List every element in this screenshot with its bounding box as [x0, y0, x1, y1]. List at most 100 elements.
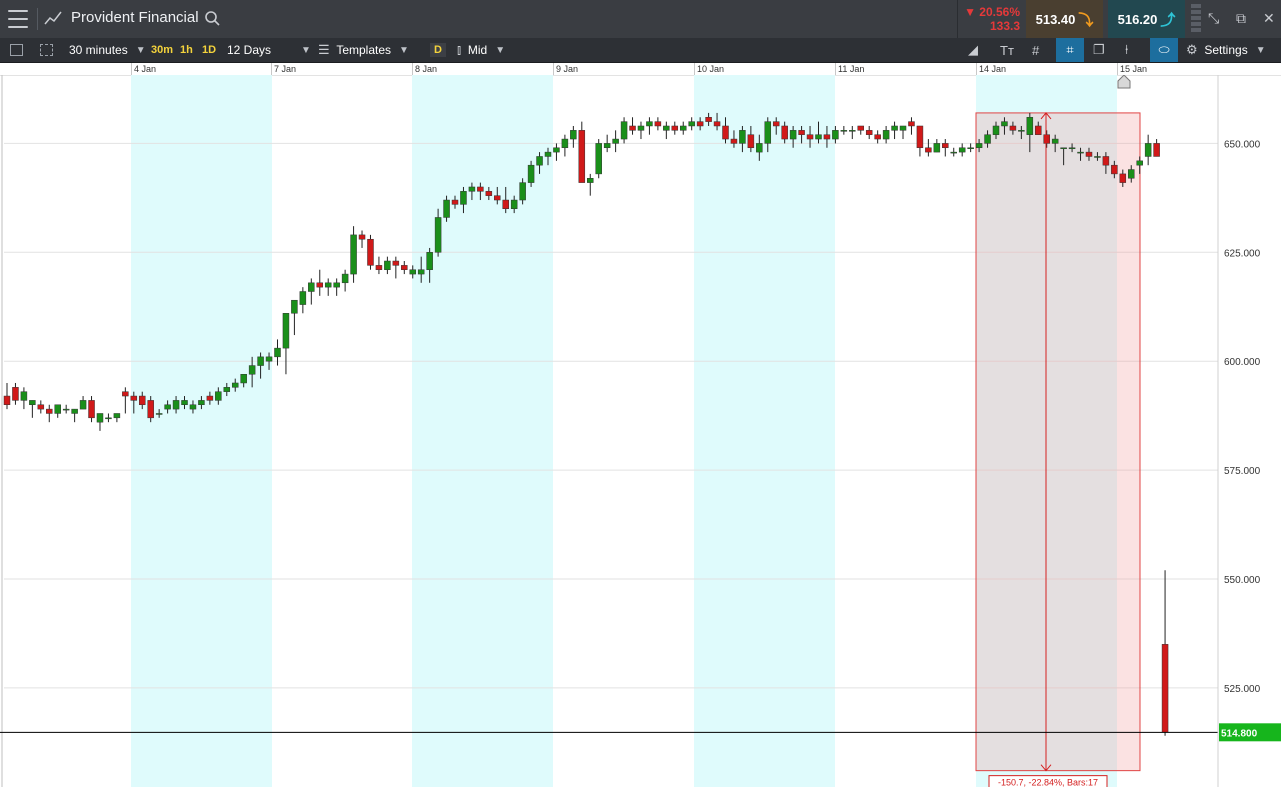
candle-body [341, 273, 349, 284]
candle-body [1077, 151, 1084, 154]
chevron-down-icon: ▼ [1255, 44, 1266, 56]
tag-icon[interactable]: ⬭ [1150, 38, 1178, 62]
candle-body [1001, 121, 1008, 127]
candle-body [308, 282, 315, 292]
draw-line-icon[interactable]: ◢ [968, 38, 978, 62]
chevron-down-icon: ▼ [399, 44, 409, 56]
price-type-label: Mid [467, 43, 488, 57]
candle-body [1009, 125, 1017, 131]
candle-body [71, 408, 78, 414]
candle-body [1144, 143, 1152, 157]
candle-body [823, 134, 831, 140]
candle-body [1153, 143, 1160, 157]
candle-body [1051, 138, 1059, 144]
templates-select[interactable]: ☰ Templates ▼ [318, 38, 409, 62]
down-triangle-icon: ▼ [964, 5, 976, 19]
instrument-title: Provident Financial [71, 9, 199, 26]
y-tick-label: 650.000 [1224, 139, 1261, 150]
candle-body [130, 395, 138, 401]
candle-body [257, 356, 264, 366]
candle-body [1111, 164, 1118, 175]
grid-icon[interactable]: # [1032, 38, 1039, 62]
candle-body [781, 125, 788, 140]
candle-body [1094, 156, 1101, 158]
candle-body [20, 391, 28, 401]
buy-arrow-icon: ⤴ [1160, 11, 1176, 29]
candle-body [713, 121, 721, 127]
candle-body [147, 400, 154, 419]
candle-body [1127, 169, 1135, 179]
candle-body [88, 400, 95, 419]
price-chart[interactable]: -150.7, -22.84%, Bars:17 514.800 650.000 6… [0, 75, 1281, 787]
candle-body [925, 147, 932, 153]
candle-body [358, 234, 366, 240]
date-tick [976, 63, 977, 75]
candle-body [629, 125, 636, 131]
interval-select[interactable]: 30 minutes ▼ [69, 38, 146, 62]
price-line-icon[interactable]: ⍿ [1125, 38, 1128, 62]
candle-body [637, 125, 645, 131]
crosshair-icon[interactable]: ⌗ [1056, 38, 1084, 62]
date-tick [553, 63, 554, 75]
sell-arrow-icon: ⤵ [1078, 11, 1094, 29]
current-price-label: 514.800 [1221, 728, 1258, 739]
day-shade [131, 75, 272, 787]
candle-body [882, 130, 890, 140]
candle-body [806, 134, 814, 140]
candle-body [544, 151, 552, 157]
candle-body [992, 125, 1000, 135]
candle-body [206, 395, 214, 401]
candle-body [1102, 156, 1110, 166]
collapse-icon[interactable]: ⤡ [1208, 10, 1219, 27]
candle-body [282, 313, 290, 349]
candle-body [865, 130, 873, 135]
candle-body [654, 121, 662, 127]
buy-price-button[interactable]: 516.20 ⤴ [1108, 0, 1185, 38]
duplicate-icon[interactable]: ❐ [1093, 38, 1105, 62]
quick-30m[interactable]: 30m [151, 38, 173, 62]
list-icon[interactable] [10, 38, 23, 62]
settings-button[interactable]: ⚙ Settings ▼ [1186, 38, 1266, 62]
date-label: 15 Jan [1120, 64, 1148, 74]
search-icon[interactable] [204, 10, 221, 32]
change-percent-value: 20.56% [979, 5, 1020, 19]
candle-body [832, 130, 839, 140]
candle-body [933, 143, 941, 153]
candle-body [874, 134, 881, 140]
range-select[interactable]: 12 Days ▼ [227, 38, 311, 62]
quick-1d[interactable]: 1D [202, 38, 216, 62]
candle-body [975, 143, 983, 149]
close-icon[interactable]: ✕ [1263, 10, 1275, 27]
candle-body [37, 404, 45, 410]
chevron-down-icon: ▼ [495, 44, 506, 56]
candle-body [477, 186, 484, 192]
popout-icon[interactable]: ⧉ [1236, 10, 1246, 27]
candle-body [553, 147, 560, 153]
candle-body [984, 134, 991, 144]
candle-body [426, 252, 433, 270]
interval-label: 30 minutes [69, 43, 128, 57]
candle-body [468, 186, 476, 192]
candle-body [1161, 644, 1169, 733]
chart-type-icon[interactable] [37, 8, 68, 30]
candle-body [62, 408, 70, 411]
candle-body [3, 395, 11, 406]
d-button[interactable]: D [430, 38, 446, 62]
price-type-select[interactable]: ⫾ Mid ▼ [457, 38, 505, 62]
candle-body [739, 130, 746, 144]
date-label: 9 Jan [556, 64, 579, 74]
candle-body [1035, 125, 1042, 135]
text-tool-icon[interactable]: Tт [1000, 38, 1014, 62]
menu-icon[interactable] [5, 9, 31, 29]
candle-body [908, 121, 915, 127]
candle-body [798, 130, 805, 135]
layout-icon[interactable] [40, 38, 53, 62]
quick-1h[interactable]: 1h [180, 38, 193, 62]
candle-body [198, 400, 205, 406]
candle-body [231, 382, 239, 388]
candle-body [401, 265, 408, 270]
candle-body [916, 125, 924, 149]
candle-body [189, 404, 197, 410]
candle-body [29, 400, 36, 406]
sell-price-button[interactable]: 513.40 ⤵ [1026, 0, 1103, 38]
